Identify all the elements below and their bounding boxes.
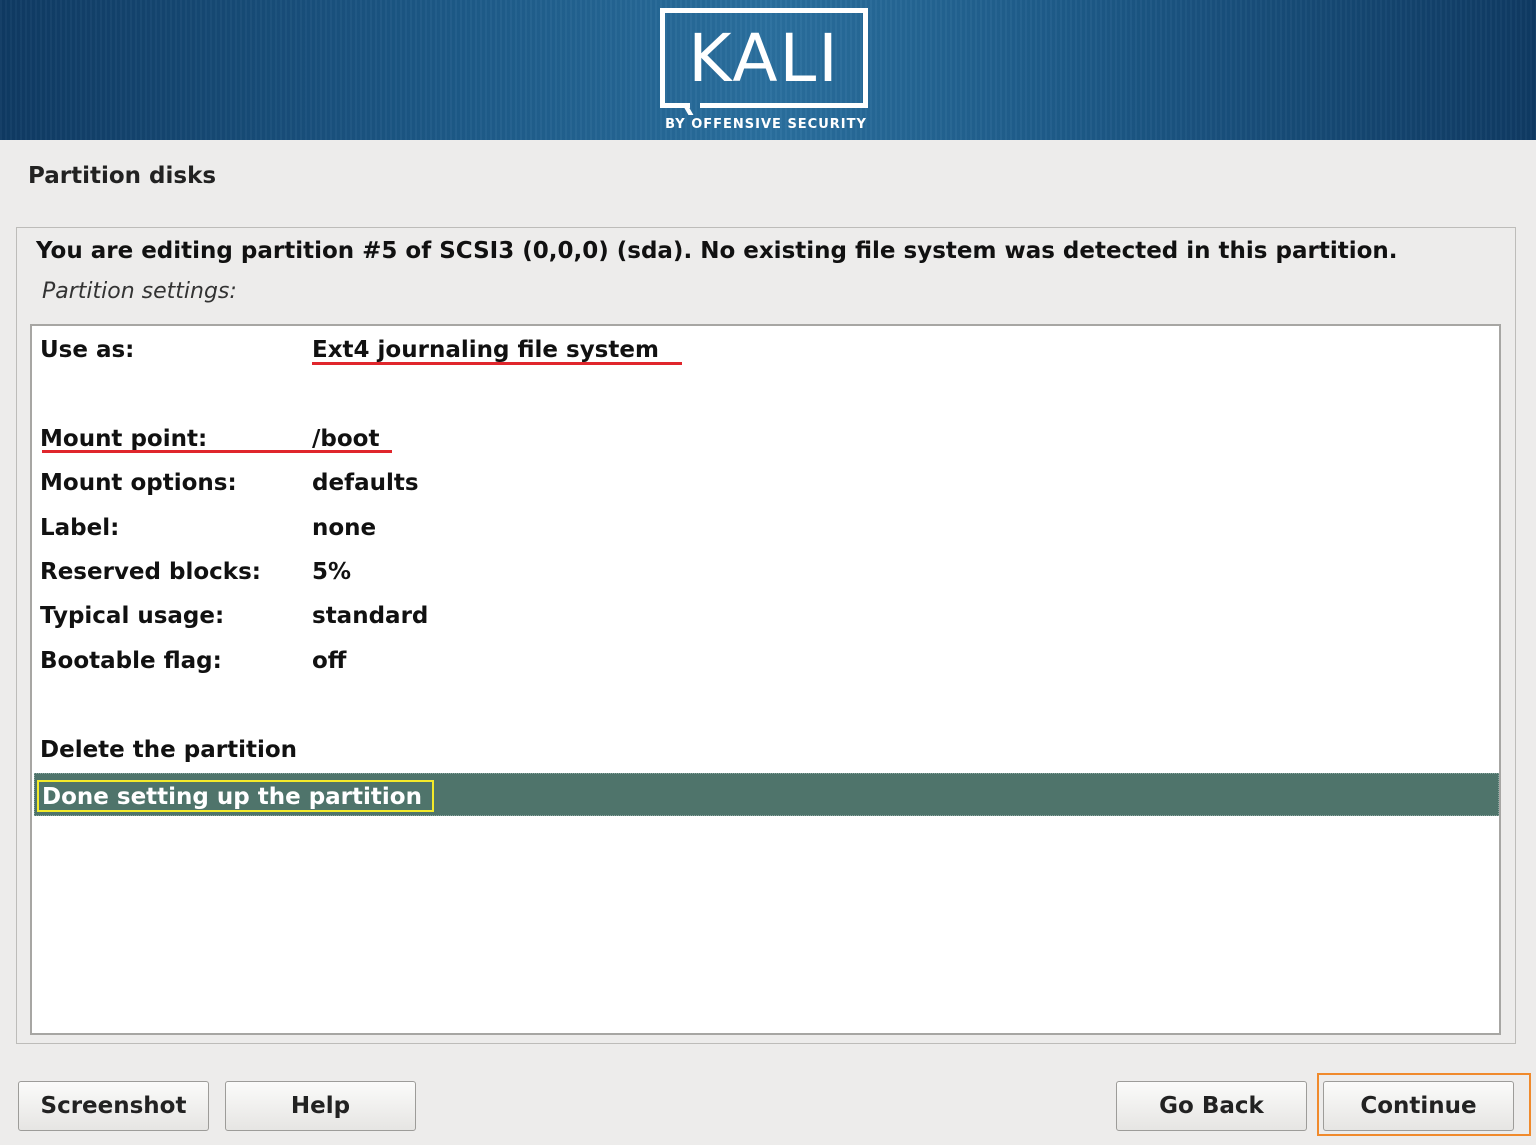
help-button[interactable]: Help [225,1081,416,1131]
setting-key: Mount point: [40,426,208,452]
page-title: Partition disks [28,163,217,189]
setting-value: /boot [312,426,380,452]
setting-key: Typical usage: [40,603,225,629]
setting-value: none [312,515,377,541]
continue-button[interactable]: Continue [1323,1081,1514,1131]
kali-logo-subtitle: BY OFFENSIVE SECURITY [665,117,867,132]
go-back-button[interactable]: Go Back [1116,1081,1307,1131]
partition-settings-list[interactable] [30,324,1501,1035]
setting-value: 5% [312,559,352,585]
red-annotation-underline [42,450,392,453]
setting-key: Bootable flag: [40,648,222,674]
setting-value: Ext4 journaling file system [312,337,659,363]
action-label: Delete the partition [40,737,298,763]
setting-key: Label: [40,515,120,541]
setting-value: off [312,648,347,674]
partition-description: You are editing partition #5 of SCSI3 (0… [36,238,1398,264]
setting-key: Mount options: [40,470,237,496]
kali-logo-text: KALI [688,20,840,97]
done-setting-up-label[interactable]: Done setting up the partition [37,780,434,812]
partition-settings-subtitle: Partition settings: [42,279,237,304]
setting-value: defaults [312,470,419,496]
screenshot-button[interactable]: Screenshot [18,1081,209,1131]
setting-key: Use as: [40,337,135,363]
setting-value: standard [312,603,429,629]
setting-key: Reserved blocks: [40,559,261,585]
red-annotation-underline [312,362,682,365]
